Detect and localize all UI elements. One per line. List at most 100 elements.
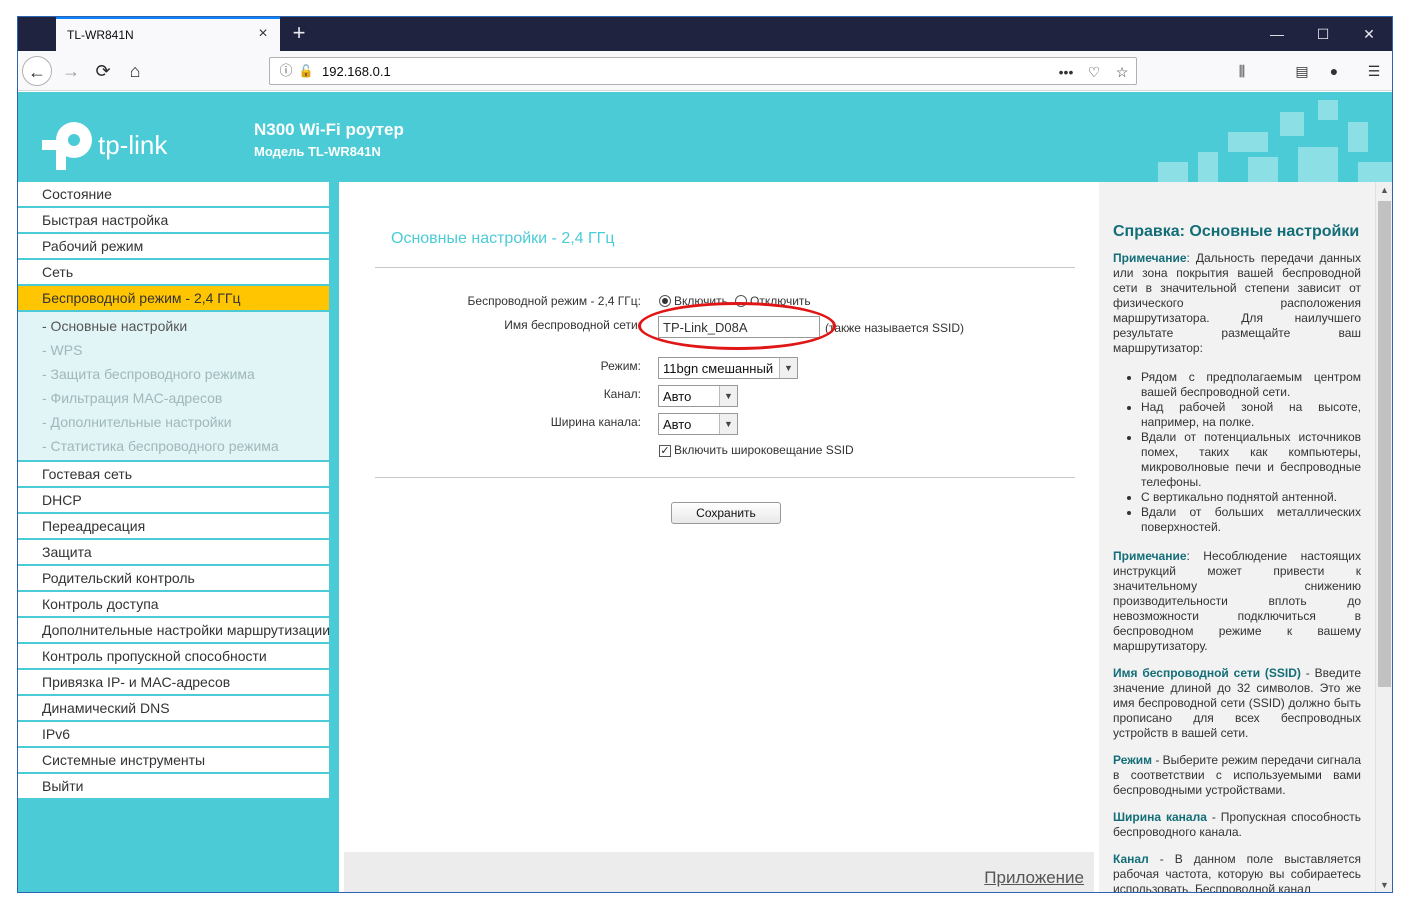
help-ssid: Имя беспроводной сети (SSID) - Введите з… (1113, 666, 1361, 741)
help-scrollbar[interactable]: ▲ ▼ (1375, 182, 1392, 892)
sidebar-item-quick-setup[interactable]: Быстрая настройка (18, 208, 329, 234)
sidebar-item-parental-control[interactable]: Родительский контроль (18, 566, 329, 592)
help-note-2: Примечание: Несоблюдение настоящих инстр… (1113, 549, 1361, 654)
sidebar-item-guest-network[interactable]: Гостевая сеть (18, 462, 329, 488)
help-term-width: Ширина канала (1113, 810, 1207, 824)
info-icon[interactable]: ⓘ (278, 63, 294, 79)
help-mode: Режим - Выберите режим передачи сигнала … (1113, 753, 1361, 798)
submenu-item-wireless-security[interactable]: - Защита беспроводного режима (18, 362, 329, 386)
sidebar-item-network[interactable]: Сеть (18, 260, 329, 286)
new-tab-button[interactable]: + (289, 21, 309, 45)
sidebar-item-operation-mode[interactable]: Рабочий режим (18, 234, 329, 260)
help-panel: Справка: Основные настройки Примечание: … (1099, 182, 1375, 893)
submenu-item-wps[interactable]: - WPS (18, 338, 329, 362)
menu-icon[interactable]: ☰ (1364, 61, 1384, 81)
account-icon[interactable]: ● (1324, 61, 1344, 81)
chevron-down-icon: ▼ (779, 358, 797, 378)
product-model: Модель TL-WR841N (254, 144, 381, 159)
channel-label: Канал: (603, 387, 641, 401)
sidebar-item-dhcp[interactable]: DHCP (18, 488, 329, 514)
ssid-broadcast-label[interactable]: Включить широковещание SSID (674, 443, 854, 457)
help-term-ssid: Имя беспроводной сети (SSID) (1113, 666, 1301, 680)
save-button[interactable]: Сохранить (671, 502, 781, 524)
channel-select[interactable]: Авто ▼ (658, 385, 738, 407)
submenu-item-statistics[interactable]: - Статистика беспроводного режима (18, 434, 329, 458)
help-title: Справка: Основные настройки (1113, 223, 1360, 240)
tab-title: TL-WR841N (67, 28, 134, 42)
sidebar-item-ip-mac-binding[interactable]: Привязка IP- и MAC-адресов (18, 670, 329, 696)
url-bar[interactable]: ⓘ 🔓 192.168.0.1 ••• ♡ ☆ (269, 57, 1137, 85)
ssid-hint: (также называется SSID) (825, 321, 964, 335)
sidebar-item-bandwidth-control[interactable]: Контроль пропускной способности (18, 644, 329, 670)
sidebar-item-access-control[interactable]: Контроль доступа (18, 592, 329, 618)
channel-width-label: Ширина канала: (550, 415, 641, 429)
help-term-mode: Режим (1113, 753, 1152, 767)
mode-select-value: 11bgn смешанный (663, 361, 774, 376)
tab-close-icon[interactable]: × (254, 25, 272, 43)
help-channel: Канал - В данном поле выставляется рабоч… (1113, 852, 1361, 893)
sidebar-item-advanced-routing[interactable]: Дополнительные настройки маршрутизации (18, 618, 329, 644)
tp-link-logo-icon (42, 122, 92, 170)
pocket-icon[interactable]: ♡ (1084, 62, 1104, 82)
list-item: С вертикально поднятой антенной. (1141, 490, 1361, 505)
scroll-down-icon[interactable]: ▼ (1376, 877, 1392, 892)
forward-button[interactable]: → (56, 56, 86, 86)
list-item: Над рабочей зоной на высоте, например, н… (1141, 400, 1361, 430)
help-note-2-text: : Несоблюдение настоящих инструкций може… (1113, 549, 1361, 653)
router-body: Состояние Быстрая настройка Рабочий режи… (18, 182, 1392, 893)
ssid-label: Имя беспроводной сети: (504, 318, 641, 332)
ssid-broadcast-checkbox[interactable]: ✓ (659, 445, 671, 457)
list-item: Рядом с предполагаемым центром вашей бес… (1141, 370, 1361, 400)
insecure-lock-icon[interactable]: 🔓 (298, 62, 314, 78)
help-term-note: Примечание (1113, 251, 1187, 265)
help-term-channel: Канал (1113, 852, 1149, 866)
library-icon[interactable]: ⫼ (1232, 61, 1252, 81)
router-header: tp-link N300 Wi-Fi роутер Модель TL-WR84… (18, 92, 1392, 182)
browser-tab[interactable]: TL-WR841N × (56, 17, 280, 51)
channel-width-select-value: Авто (663, 417, 692, 432)
list-item: Вдали от потенциальных источников помех,… (1141, 430, 1361, 490)
sidebar-item-wireless[interactable]: Беспроводной режим - 2,4 ГГц (18, 286, 329, 312)
help-content: Справка: Основные настройки Примечание: … (1113, 224, 1361, 893)
maximize-button[interactable]: ☐ (1300, 17, 1346, 51)
page-actions-icon[interactable]: ••• (1056, 62, 1076, 82)
product-title: N300 Wi-Fi роутер (254, 120, 404, 139)
submenu-item-mac-filtering[interactable]: - Фильтрация MAC-адресов (18, 386, 329, 410)
submenu-item-basic-settings[interactable]: - Основные настройки (18, 314, 329, 338)
bookmark-star-icon[interactable]: ☆ (1112, 62, 1132, 82)
channel-width-select[interactable]: Авто ▼ (658, 413, 738, 435)
close-window-button[interactable]: ✕ (1346, 17, 1392, 51)
url-text[interactable]: 192.168.0.1 (322, 64, 391, 79)
help-term-note: Примечание (1113, 549, 1187, 563)
submenu-item-advanced[interactable]: - Дополнительные настройки (18, 410, 329, 434)
help-width: Ширина канала - Пропускная способность б… (1113, 810, 1361, 840)
chevron-down-icon: ▼ (719, 414, 737, 434)
back-button[interactable]: ← (22, 56, 52, 86)
chevron-down-icon: ▼ (719, 386, 737, 406)
enable-radio[interactable] (659, 295, 671, 307)
appendix-link[interactable]: Приложение (984, 868, 1084, 888)
sidebar-item-logout[interactable]: Выйти (18, 774, 329, 800)
sidebar-item-ipv6[interactable]: IPv6 (18, 722, 329, 748)
help-note-1-text: : Дальность передачи данных или зона пок… (1113, 251, 1361, 355)
minimize-button[interactable]: — (1254, 17, 1300, 51)
sidebar-item-system-tools[interactable]: Системные инструменты (18, 748, 329, 774)
page-title: Основные настройки - 2,4 ГГц (391, 230, 615, 247)
mode-select[interactable]: 11bgn смешанный ▼ (658, 357, 798, 379)
sidebar-item-forwarding[interactable]: Переадресация (18, 514, 329, 540)
divider-bottom (375, 477, 1075, 478)
scroll-thumb[interactable] (1378, 201, 1391, 687)
sidebar-item-security[interactable]: Защита (18, 540, 329, 566)
help-channel-text: - В данном поле выставляется рабочая час… (1113, 852, 1361, 893)
navigation-bar: ← → ⟳ ⌂ ⓘ 🔓 192.168.0.1 ••• ♡ ☆ ⫼ ▤ ● ☰ (18, 51, 1392, 91)
sidebar-item-status[interactable]: Состояние (18, 182, 329, 208)
wireless-mode-label: Беспроводной режим - 2,4 ГГц: (467, 294, 641, 308)
channel-select-value: Авто (663, 389, 692, 404)
sidebar-icon[interactable]: ▤ (1292, 61, 1312, 81)
mode-label: Режим: (600, 359, 641, 373)
reload-button[interactable]: ⟳ (88, 56, 118, 86)
scroll-up-icon[interactable]: ▲ (1376, 182, 1392, 199)
sidebar-item-dynamic-dns[interactable]: Динамический DNS (18, 696, 329, 722)
home-button[interactable]: ⌂ (120, 56, 150, 86)
logo-text: tp-link (98, 130, 168, 160)
